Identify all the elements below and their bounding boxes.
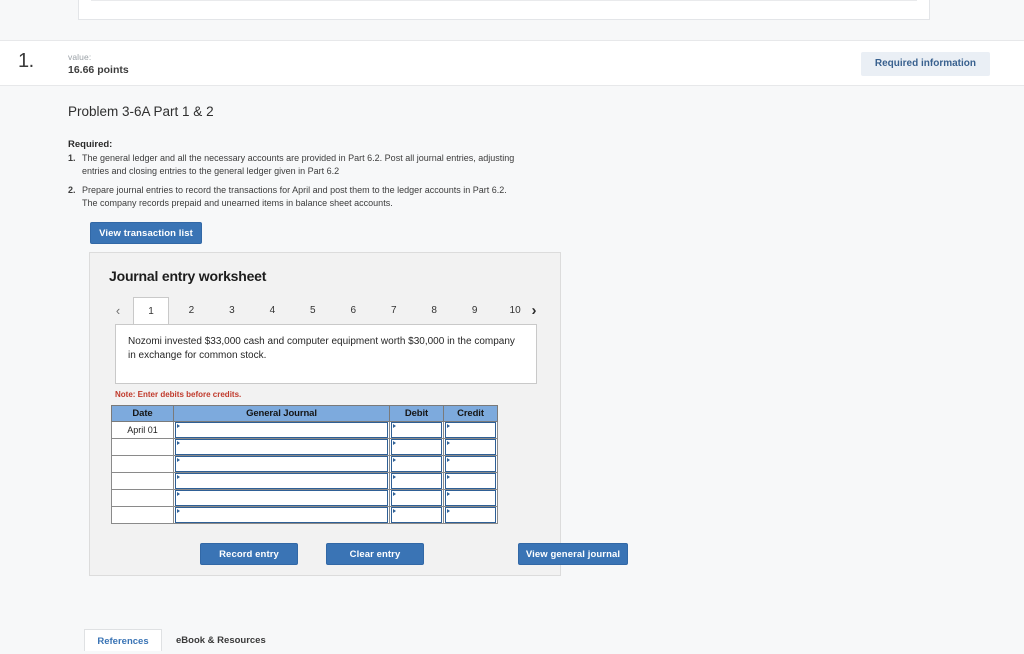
cell-marker-icon — [393, 475, 396, 479]
requirement-item-2: 2. Prepare journal entries to record the… — [68, 184, 518, 210]
date-cell-4[interactable] — [111, 472, 174, 490]
page-title: Problem 3-6A Part 1 & 2 — [68, 104, 214, 119]
credit-input-6[interactable] — [443, 506, 498, 524]
worksheet-tab-6[interactable]: 6 — [335, 297, 371, 325]
cell-marker-icon — [177, 509, 180, 513]
clear-entry-button[interactable]: Clear entry — [326, 543, 424, 565]
requirement-1-text: The general ledger and all the necessary… — [82, 153, 515, 176]
requirement-1-number: 1. — [68, 153, 76, 163]
cell-marker-icon — [447, 441, 450, 445]
card-divider — [91, 0, 917, 1]
cell-marker-icon — [177, 441, 180, 445]
prev-entry-arrow-icon[interactable]: ‹ — [107, 297, 129, 325]
credit-input-3[interactable] — [443, 455, 498, 473]
footer-tabs: References eBook & Resources — [84, 629, 484, 651]
requirement-item-1: 1. The general ledger and all the necess… — [68, 152, 518, 178]
date-cell-3[interactable] — [111, 455, 174, 473]
debit-input-4[interactable] — [389, 472, 444, 490]
cell-marker-icon — [177, 475, 180, 479]
table-row — [111, 506, 498, 524]
table-row: April 01 — [111, 421, 498, 439]
debit-input-1[interactable] — [389, 421, 444, 439]
cell-marker-icon — [447, 458, 450, 462]
debit-input-2[interactable] — [389, 438, 444, 456]
tab-references[interactable]: References — [84, 629, 162, 651]
worksheet-tab-4[interactable]: 4 — [254, 297, 290, 325]
journal-table-header-row: Date General Journal Debit Credit — [111, 405, 498, 422]
worksheet-tab-5[interactable]: 5 — [295, 297, 331, 325]
column-header-date: Date — [111, 405, 174, 422]
cell-marker-icon — [177, 424, 180, 428]
journal-entry-table: Date General Journal Debit Credit April … — [111, 405, 498, 524]
question-number: 1. — [18, 50, 34, 72]
date-cell-6[interactable] — [111, 506, 174, 524]
credit-input-4[interactable] — [443, 472, 498, 490]
cell-marker-icon — [177, 458, 180, 462]
worksheet-tab-8[interactable]: 8 — [416, 297, 452, 325]
general-journal-input-6[interactable] — [173, 506, 390, 524]
view-transaction-list-button[interactable]: View transaction list — [90, 222, 202, 244]
record-entry-button[interactable]: Record entry — [200, 543, 298, 565]
requirement-2-number: 2. — [68, 185, 76, 195]
table-row — [111, 489, 498, 507]
date-cell-1[interactable]: April 01 — [111, 421, 174, 439]
debit-input-5[interactable] — [389, 489, 444, 507]
value-label: value: — [68, 52, 92, 62]
worksheet-tab-7[interactable]: 7 — [376, 297, 412, 325]
cell-marker-icon — [393, 441, 396, 445]
cell-marker-icon — [177, 492, 180, 496]
view-general-journal-button[interactable]: View general journal — [518, 543, 628, 565]
table-row — [111, 472, 498, 490]
credit-input-1[interactable] — [443, 421, 498, 439]
required-information-badge[interactable]: Required information — [860, 52, 990, 76]
date-cell-5[interactable] — [111, 489, 174, 507]
column-header-general-journal: General Journal — [173, 405, 390, 422]
cell-marker-icon — [447, 424, 450, 428]
cell-marker-icon — [393, 458, 396, 462]
date-cell-2[interactable] — [111, 438, 174, 456]
cell-marker-icon — [393, 492, 396, 496]
cell-marker-icon — [393, 424, 396, 428]
column-header-credit: Credit — [443, 405, 498, 422]
tab-ebook-resources[interactable]: eBook & Resources — [176, 629, 266, 651]
question-header: 1. value: 16.66 points Required informat… — [0, 40, 1024, 86]
next-entry-arrow-icon[interactable]: › — [523, 297, 545, 325]
credit-input-5[interactable] — [443, 489, 498, 507]
worksheet-tab-3[interactable]: 3 — [214, 297, 250, 325]
cell-marker-icon — [447, 492, 450, 496]
table-row — [111, 438, 498, 456]
debit-input-3[interactable] — [389, 455, 444, 473]
journal-entry-worksheet-panel: Journal entry worksheet ‹ 1 2 3 4 5 6 7 … — [89, 252, 628, 576]
general-journal-input-4[interactable] — [173, 472, 390, 490]
debit-input-6[interactable] — [389, 506, 444, 524]
credit-input-2[interactable] — [443, 438, 498, 456]
requirement-2-text: Prepare journal entries to record the tr… — [82, 185, 507, 208]
transaction-description: Nozomi invested $33,000 cash and compute… — [115, 324, 537, 384]
general-journal-input-5[interactable] — [173, 489, 390, 507]
previous-question-card — [78, 0, 930, 20]
worksheet-tab-2[interactable]: 2 — [173, 297, 209, 325]
worksheet-title: Journal entry worksheet — [109, 268, 267, 284]
table-row — [111, 455, 498, 473]
worksheet-tabstrip: ‹ 1 2 3 4 5 6 7 8 9 10 › — [107, 297, 545, 326]
worksheet-tab-1[interactable]: 1 — [133, 297, 169, 326]
required-heading: Required: — [68, 139, 113, 150]
points-value: 16.66 points — [68, 64, 129, 76]
general-journal-input-3[interactable] — [173, 455, 390, 473]
cell-marker-icon — [447, 475, 450, 479]
general-journal-input-2[interactable] — [173, 438, 390, 456]
cell-marker-icon — [447, 509, 450, 513]
worksheet-tab-9[interactable]: 9 — [457, 297, 493, 325]
worksheet-tab-list: 1 2 3 4 5 6 7 8 9 10 — [133, 297, 533, 326]
cell-marker-icon — [393, 509, 396, 513]
debits-before-credits-note: Note: Enter debits before credits. — [115, 390, 242, 399]
column-header-debit: Debit — [389, 405, 444, 422]
general-journal-input-1[interactable] — [173, 421, 390, 439]
